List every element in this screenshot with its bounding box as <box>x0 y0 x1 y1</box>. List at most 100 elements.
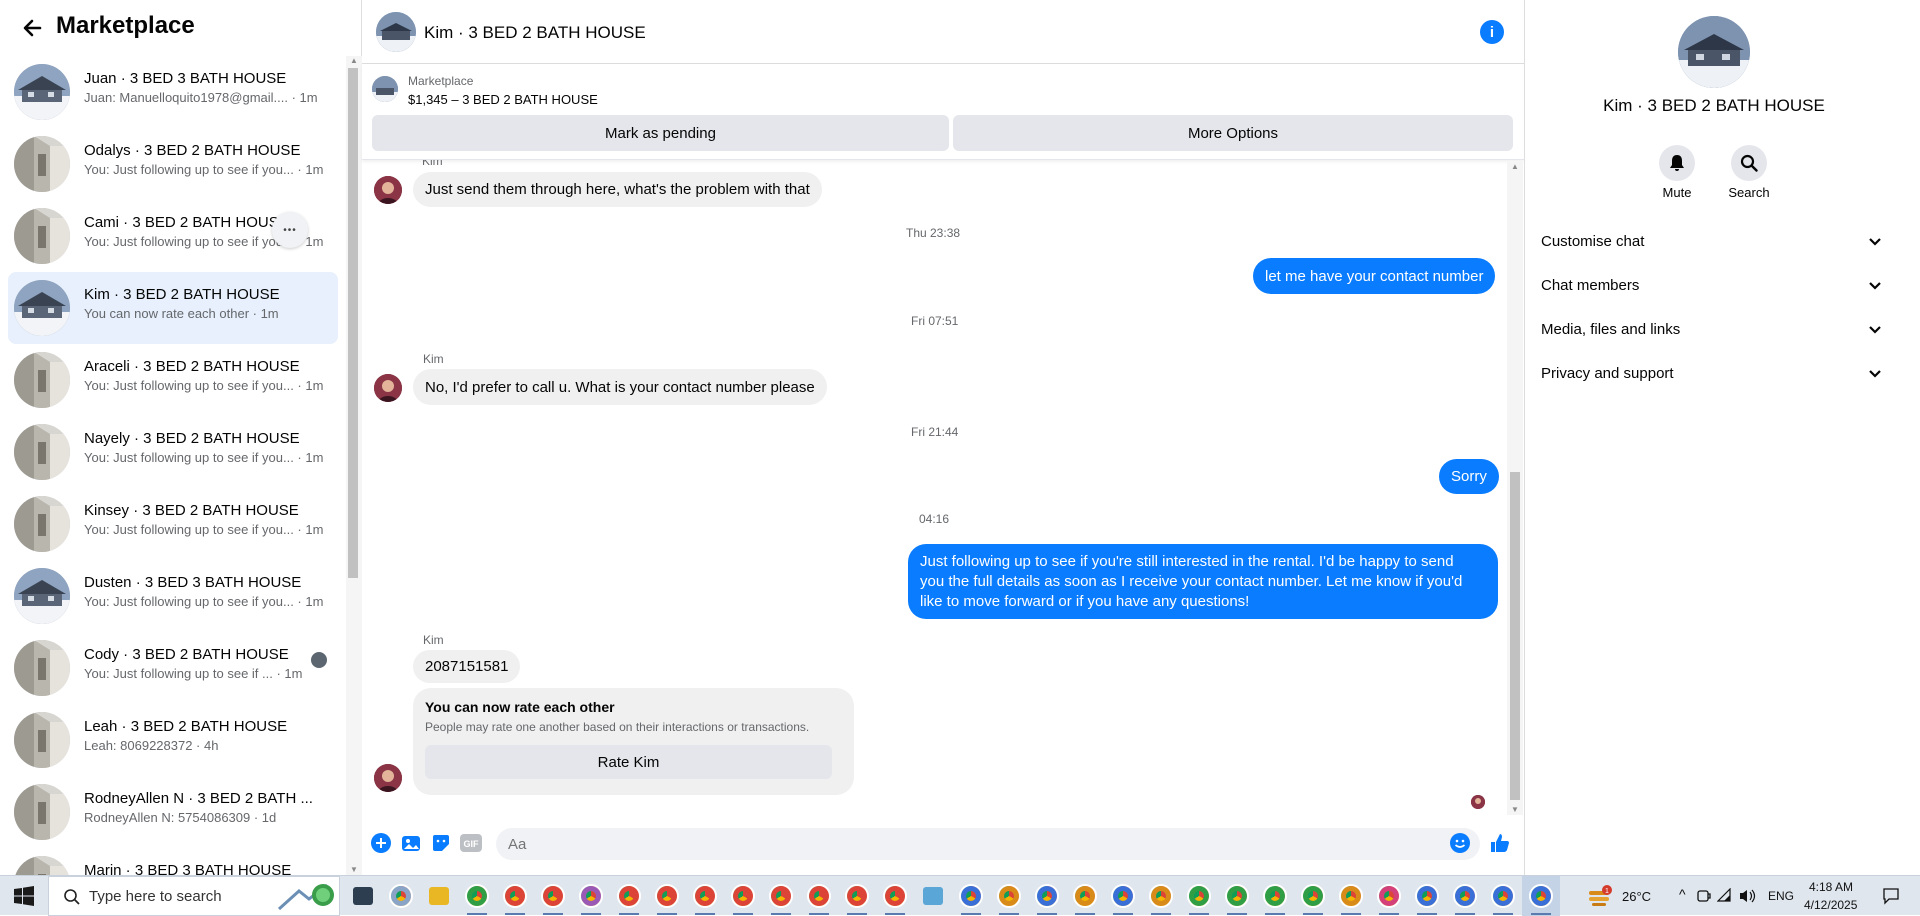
like-thumb-icon[interactable] <box>1489 832 1511 854</box>
search-button[interactable] <box>1731 145 1767 181</box>
sidebar-scrollbar[interactable]: ▲ ▼ <box>346 56 362 875</box>
photo-icon[interactable] <box>400 832 422 854</box>
media-files-links-section[interactable]: Media, files and links <box>1535 307 1893 351</box>
scroll-up-arrow-icon[interactable]: ▲ <box>1509 162 1521 172</box>
clock-time[interactable]: 4:18 AM <box>1809 880 1853 894</box>
taskbar-search-box[interactable]: Type here to search <box>48 876 340 916</box>
conversation-item[interactable]: Kim · 3 BED 2 BATH HOUSE You can now rate… <box>8 272 338 344</box>
outgoing-message[interactable]: Sorry <box>1439 459 1499 494</box>
gif-icon[interactable]: GIF <box>460 832 482 854</box>
chevron-up-icon[interactable]: ^ <box>1679 886 1686 902</box>
scrollbar-thumb[interactable] <box>348 68 358 578</box>
scroll-down-arrow-icon[interactable]: ▼ <box>348 865 360 875</box>
incoming-message[interactable]: 2087151581 <box>413 650 521 683</box>
taskbar-chrome-icon[interactable] <box>1256 876 1294 916</box>
info-icon[interactable]: i <box>1480 20 1504 44</box>
sticker-icon[interactable] <box>430 832 452 854</box>
listing-thumbnail[interactable] <box>372 76 398 102</box>
taskbar-task-view-icon[interactable] <box>344 876 382 916</box>
incoming-message[interactable]: Just send them through here, what's the … <box>413 172 822 207</box>
taskbar-notepad-icon[interactable] <box>914 876 952 916</box>
plus-icon[interactable] <box>370 832 392 854</box>
windows-start-icon[interactable] <box>0 876 48 916</box>
scroll-up-arrow-icon[interactable]: ▲ <box>348 56 360 66</box>
device-icon[interactable] <box>1697 889 1711 903</box>
taskbar-chrome-icon[interactable] <box>724 876 762 916</box>
rate-kim-button[interactable]: Rate Kim <box>425 745 832 779</box>
taskbar-chrome-icon[interactable] <box>1180 876 1218 916</box>
conversation-item[interactable]: Araceli · 3 BED 2 BATH HOUSE You: Just fo… <box>8 344 338 416</box>
taskbar-chrome-icon[interactable] <box>648 876 686 916</box>
weather-temperature[interactable]: 26°C <box>1622 889 1651 904</box>
clock-date[interactable]: 4/12/2025 <box>1804 898 1857 912</box>
language-indicator[interactable]: ENG <box>1768 889 1794 903</box>
taskbar-chrome-icon[interactable] <box>1294 876 1332 916</box>
listing-price[interactable]: $1,345 – 3 BED 2 BATH HOUSE <box>408 92 598 107</box>
taskbar-chrome-icon[interactable] <box>1066 876 1104 916</box>
conversation-item[interactable]: Leah · 3 BED 2 BATH HOUSE Leah: 806922837… <box>8 704 338 776</box>
chat-title[interactable]: Kim · 3 BED 2 BATH HOUSE <box>424 23 646 43</box>
taskbar-chrome-icon[interactable] <box>610 876 648 916</box>
mute-button[interactable] <box>1659 145 1695 181</box>
taskbar-chrome-icon[interactable] <box>496 876 534 916</box>
taskbar-chrome-icon[interactable] <box>572 876 610 916</box>
taskbar-chrome-icon[interactable] <box>762 876 800 916</box>
weather-icon[interactable]: 1 <box>1587 885 1613 907</box>
chrome-icon <box>541 884 565 908</box>
sender-avatar[interactable] <box>374 764 402 792</box>
chat-scrollbar[interactable]: ▲ ▼ <box>1507 162 1523 815</box>
conversation-item[interactable]: Kinsey · 3 BED 2 BATH HOUSE You: Just fol… <box>8 488 338 560</box>
taskbar-chrome-icon[interactable] <box>952 876 990 916</box>
scroll-down-arrow-icon[interactable]: ▼ <box>1509 805 1521 815</box>
conversation-item[interactable]: Odalys · 3 BED 2 BATH HOUSE You: Just fol… <box>8 128 338 200</box>
taskbar-chrome-icon[interactable] <box>1446 876 1484 916</box>
taskbar-chrome-icon[interactable] <box>1218 876 1256 916</box>
taskbar-chrome-icon[interactable] <box>1408 876 1446 916</box>
taskbar-chrome-icon[interactable] <box>458 876 496 916</box>
conversation-item[interactable]: Cami · 3 BED 2 BATH HOUSE You: Just follo… <box>8 200 338 272</box>
taskbar-chrome-icon[interactable] <box>1370 876 1408 916</box>
wifi-icon[interactable] <box>1717 888 1733 904</box>
outgoing-message-long[interactable]: Just following up to see if you're still… <box>908 544 1498 619</box>
taskbar-chrome-icon[interactable] <box>1484 876 1522 916</box>
taskbar-chrome-icon[interactable] <box>1142 876 1180 916</box>
incoming-message[interactable]: No, I'd prefer to call u. What is your c… <box>413 369 827 405</box>
chat-avatar[interactable] <box>376 12 416 52</box>
taskbar-chrome-icon[interactable] <box>876 876 914 916</box>
more-options-dots-icon[interactable]: ••• <box>272 212 308 248</box>
taskbar-chrome-icon[interactable] <box>1522 876 1560 916</box>
taskbar-chrome-icon[interactable] <box>990 876 1028 916</box>
emoji-icon[interactable] <box>1449 832 1471 854</box>
conversation-item[interactable]: Dusten · 3 BED 3 BATH HOUSE You: Just fol… <box>8 560 338 632</box>
notification-icon[interactable] <box>1882 887 1900 905</box>
conversation-item[interactable]: Nayely · 3 BED 2 BATH HOUSE You: Just fol… <box>8 416 338 488</box>
taskbar-chrome-icon[interactable] <box>1028 876 1066 916</box>
chat-members-section[interactable]: Chat members <box>1535 263 1893 307</box>
conversation-thumbnail <box>14 856 70 875</box>
conversation-item[interactable]: RodneyAllen N · 3 BED 2 BATH ... RodneyAl… <box>8 776 338 848</box>
sender-avatar[interactable] <box>374 176 402 204</box>
taskbar-chrome-icon[interactable] <box>686 876 724 916</box>
volume-icon[interactable] <box>1738 888 1756 904</box>
taskbar-app-icon[interactable] <box>382 876 420 916</box>
taskbar-chrome-icon[interactable] <box>838 876 876 916</box>
taskbar-chrome-icon[interactable] <box>1104 876 1142 916</box>
taskbar-chrome-icon[interactable] <box>1332 876 1370 916</box>
conversation-item[interactable]: Marin · 3 BED 3 BATH HOUSE <box>8 848 338 875</box>
taskbar-chrome-icon[interactable] <box>800 876 838 916</box>
scrollbar-thumb[interactable] <box>1510 472 1520 800</box>
outgoing-message[interactable]: let me have your contact number <box>1253 258 1496 294</box>
details-avatar[interactable] <box>1678 16 1750 88</box>
back-arrow-icon[interactable] <box>18 14 46 42</box>
privacy-support-section[interactable]: Privacy and support <box>1535 351 1893 395</box>
conversation-item[interactable]: Juan · 3 BED 3 BATH HOUSE Juan: Manuelloq… <box>8 56 338 128</box>
more-options-button[interactable]: More Options <box>953 115 1513 151</box>
chrome-icon <box>1301 884 1325 908</box>
message-input[interactable] <box>496 828 1480 860</box>
taskbar-file-explorer-icon[interactable] <box>420 876 458 916</box>
taskbar-chrome-icon[interactable] <box>534 876 572 916</box>
mark-as-pending-button[interactable]: Mark as pending <box>372 115 949 151</box>
customise-chat-section[interactable]: Customise chat <box>1535 219 1893 263</box>
sender-avatar[interactable] <box>374 374 402 402</box>
conversation-item[interactable]: Cody · 3 BED 2 BATH HOUSE You: Just follo… <box>8 632 338 704</box>
